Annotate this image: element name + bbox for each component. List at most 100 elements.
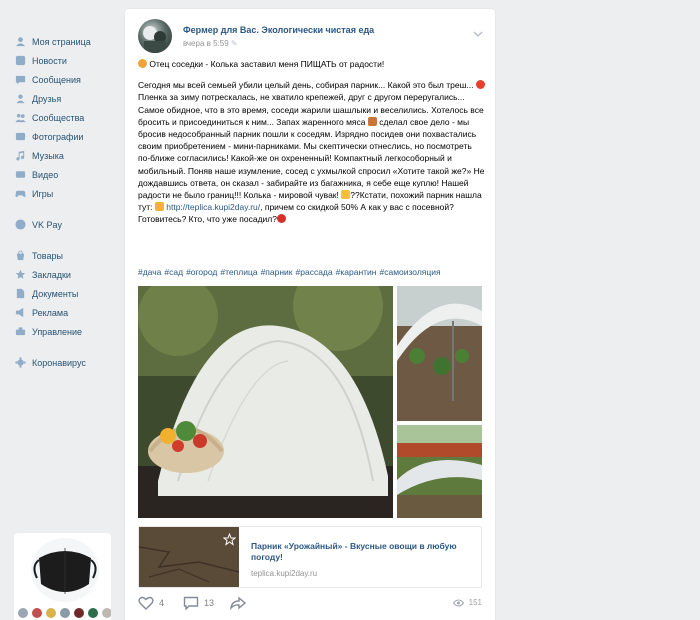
comments-count: 13 xyxy=(204,598,215,608)
sidebar-item-ads[interactable]: Реклама xyxy=(10,303,120,322)
snippet-title[interactable]: Парник «Урожайный» - Вкусные овощи в люб… xyxy=(251,541,466,563)
sidebar-item-user-home[interactable]: Моя страница xyxy=(10,32,120,51)
friends-icon xyxy=(14,93,26,105)
sidebar-item-label: Музыка xyxy=(32,150,64,161)
post-photo-1[interactable] xyxy=(138,286,393,518)
sidebar-item-label: VK Pay xyxy=(32,219,63,230)
meat-emoji-icon xyxy=(367,116,377,126)
documents-icon xyxy=(14,288,26,300)
coronavirus-icon xyxy=(14,357,26,369)
sidebar-item-vkpay[interactable]: VK Pay xyxy=(10,215,120,234)
sidebar-item-label: Игры xyxy=(32,188,54,199)
hashtag-link[interactable]: #карантин xyxy=(336,267,377,277)
community-avatar[interactable] xyxy=(138,19,172,53)
sidebar-item-coronavirus[interactable]: Коронавирус xyxy=(10,353,120,372)
post-photo-2[interactable] xyxy=(397,286,482,421)
greenhouse-photo xyxy=(397,286,482,421)
color-swatch[interactable] xyxy=(46,608,56,618)
star-icon[interactable] xyxy=(223,533,236,546)
heart-icon xyxy=(138,596,154,610)
post-link[interactable]: http://teplica.kupi2day.ru/ xyxy=(166,202,260,212)
user-home-icon xyxy=(14,36,26,48)
hashtag-link[interactable]: #сад xyxy=(164,267,183,277)
muscle-emoji-icon xyxy=(341,190,351,200)
hashtag-link[interactable]: #огород xyxy=(186,267,217,277)
like-button[interactable]: 4 xyxy=(138,596,164,610)
scream-emoji-icon xyxy=(138,59,147,68)
angry-emoji-icon xyxy=(475,80,485,90)
goods-icon xyxy=(14,250,26,262)
hashtag-link[interactable]: #рассада xyxy=(296,267,333,277)
sidebar-item-games[interactable]: Игры xyxy=(10,184,120,203)
color-swatch[interactable] xyxy=(60,608,70,618)
post-photo-3[interactable] xyxy=(397,425,482,518)
sidebar-item-label: Коронавирус xyxy=(32,357,86,368)
hashtag-link[interactable]: #теплица xyxy=(220,267,257,277)
color-swatch[interactable] xyxy=(102,608,111,618)
sidebar-item-label: Фотографии xyxy=(32,131,84,142)
sidebar-ad[interactable] xyxy=(14,533,111,620)
hashtag-link[interactable]: #самоизоляция xyxy=(379,267,440,277)
color-swatch[interactable] xyxy=(74,608,84,618)
post-text: Отец соседки - Колька заставил меня ПИЩА… xyxy=(138,59,485,225)
hashtag-link[interactable]: #дача xyxy=(138,267,161,277)
comment-button[interactable]: 13 xyxy=(183,596,214,610)
color-swatches xyxy=(18,608,111,618)
sidebar-item-label: Реклама xyxy=(32,307,69,318)
sidebar-item-friends[interactable]: Друзья xyxy=(10,89,120,108)
video-icon xyxy=(14,169,26,181)
share-icon xyxy=(230,596,246,610)
sidebar-item-label: Моя страница xyxy=(32,36,91,47)
sidebar-item-photos[interactable]: Фотографии xyxy=(10,127,120,146)
face-mask-image xyxy=(31,538,99,602)
games-icon xyxy=(14,188,26,200)
tomato-emoji-icon xyxy=(277,214,286,224)
post-hashtags: #дача #сад #огород #теплица #парник #рассада #… xyxy=(138,267,444,277)
nav-divider xyxy=(10,203,120,215)
post-author[interactable]: Фермер для Вас. Экологически чистая еда xyxy=(183,25,374,35)
comment-icon xyxy=(183,596,199,610)
nav-divider xyxy=(10,341,120,353)
sidebar-item-documents[interactable]: Документы xyxy=(10,284,120,303)
ads-icon xyxy=(14,307,26,319)
greenhouse-photo xyxy=(397,425,482,518)
sidebar-item-messages[interactable]: Сообщения xyxy=(10,70,120,89)
communities-icon xyxy=(14,112,26,124)
link-snippet[interactable]: Парник «Урожайный» - Вкусные овощи в люб… xyxy=(138,526,482,588)
sidebar-item-label: Видео xyxy=(32,169,59,180)
color-swatch[interactable] xyxy=(32,608,42,618)
eye-icon xyxy=(452,599,464,606)
left-sidebar: Моя страница Новости Сообщения Друзья Сообще… xyxy=(10,32,120,372)
sidebar-item-label: Новости xyxy=(32,55,67,66)
nav-divider xyxy=(10,234,120,246)
likes-count: 4 xyxy=(159,598,165,608)
post-time[interactable]: вчера в 5:59 ✎ xyxy=(183,39,238,48)
color-swatch[interactable] xyxy=(18,608,28,618)
views-count: 151 xyxy=(468,598,482,607)
share-button[interactable] xyxy=(230,596,251,610)
messages-icon xyxy=(14,74,26,86)
bookmarks-icon xyxy=(14,269,26,281)
sidebar-item-label: Управление xyxy=(32,326,83,337)
sidebar-item-manage[interactable]: Управление xyxy=(10,322,120,341)
music-icon xyxy=(14,150,26,162)
sidebar-item-video[interactable]: Видео xyxy=(10,165,120,184)
sidebar-item-bookmarks[interactable]: Закладки xyxy=(10,265,120,284)
manage-icon xyxy=(14,326,26,338)
sidebar-item-music[interactable]: Музыка xyxy=(10,146,120,165)
post-menu-button[interactable] xyxy=(473,25,483,37)
sidebar-item-communities[interactable]: Сообщества xyxy=(10,108,120,127)
sidebar-item-label: Закладки xyxy=(32,269,71,280)
sidebar-item-goods[interactable]: Товары xyxy=(10,246,120,265)
sidebar-item-news[interactable]: Новости xyxy=(10,51,120,70)
sidebar-item-label: Документы xyxy=(32,288,79,299)
post-actions: 4 13 151 xyxy=(138,589,482,619)
vkpay-icon xyxy=(14,219,26,231)
news-icon xyxy=(14,55,26,67)
greenhouse-photo xyxy=(138,286,393,518)
color-swatch[interactable] xyxy=(88,608,98,618)
photos-icon xyxy=(14,131,26,143)
hashtag-link[interactable]: #парник xyxy=(261,267,293,277)
wall-post: Фермер для Вас. Экологически чистая еда … xyxy=(125,9,495,620)
sidebar-item-label: Сообщества xyxy=(32,112,85,123)
